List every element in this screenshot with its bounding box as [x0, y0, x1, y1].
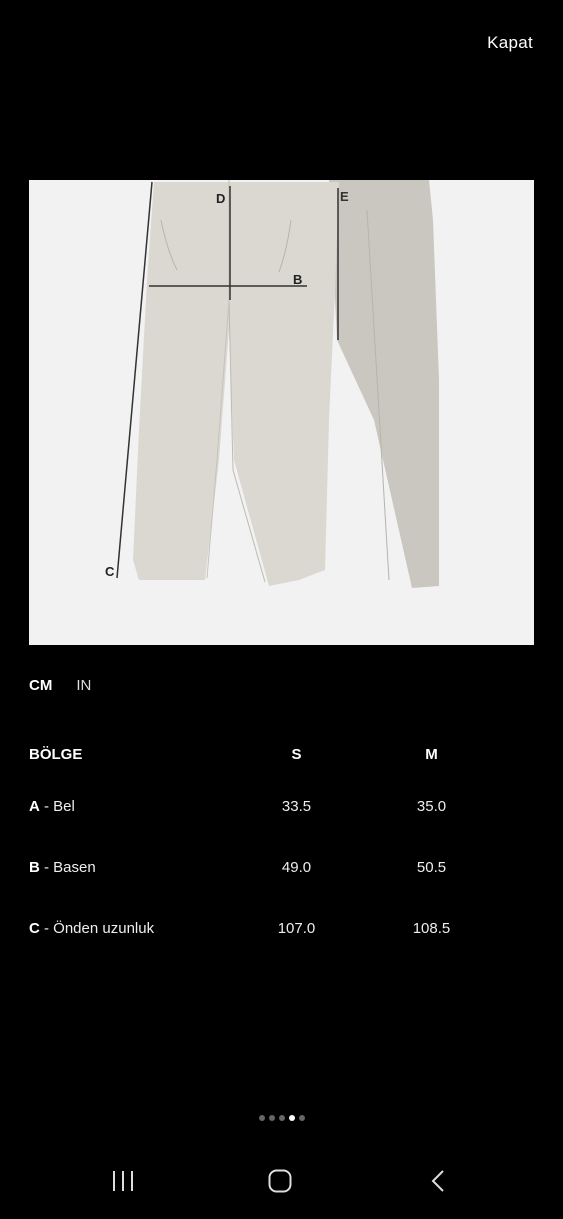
label-b: B [293, 272, 302, 287]
system-navigation-bar [0, 1139, 563, 1219]
row-value-s: 107.0 [277, 920, 316, 937]
recent-apps-icon [113, 1171, 133, 1191]
row-value-s: 33.5 [281, 798, 312, 815]
header-size-m: M [425, 745, 438, 763]
home-icon [268, 1169, 292, 1193]
pants-diagram: D B E C [29, 180, 534, 645]
size-guide-image: D B E C [29, 180, 534, 645]
row-value-m: 35.0 [416, 798, 447, 815]
row-value-m: 50.5 [416, 859, 447, 876]
table-row: C - Önden uzunluk 107.0 108.5 [29, 898, 499, 959]
back-icon [431, 1170, 444, 1192]
header-region: BÖLGE [29, 745, 83, 763]
label-c: C [105, 564, 115, 579]
unit-cm-tab[interactable]: CM [29, 677, 52, 694]
row-code: B [29, 859, 40, 876]
row-region: B - Basen [29, 837, 229, 898]
table-row: B - Basen 49.0 50.5 [29, 837, 499, 898]
row-code: C [29, 920, 40, 937]
table-header-row: BÖLGE S M [29, 732, 499, 776]
label-e: E [340, 189, 349, 204]
label-d: D [216, 191, 225, 206]
page-dot[interactable] [258, 1115, 265, 1121]
page-dot[interactable] [268, 1115, 275, 1121]
page-indicator [0, 1115, 563, 1121]
recent-apps-button[interactable] [103, 1161, 143, 1201]
size-table: BÖLGE S M A - Bel 33.5 35.0 B - Basen 49… [29, 732, 499, 959]
row-name: - Basen [39, 859, 96, 876]
home-button[interactable] [260, 1161, 300, 1201]
row-code: A [29, 798, 40, 815]
page-dot[interactable] [278, 1115, 285, 1121]
unit-toggle: CM IN [29, 677, 91, 694]
row-value-m: 108.5 [412, 920, 451, 937]
row-value-s: 49.0 [281, 859, 312, 876]
row-region: A - Bel [29, 776, 229, 837]
row-name: - Önden uzunluk [39, 920, 155, 937]
page-dot[interactable] [298, 1115, 305, 1121]
close-button[interactable]: Kapat [487, 33, 533, 53]
table-row: A - Bel 33.5 35.0 [29, 776, 499, 837]
page-dot-active[interactable] [288, 1115, 295, 1121]
back-button[interactable] [418, 1161, 458, 1201]
unit-in-tab[interactable]: IN [76, 677, 91, 694]
row-name: - Bel [39, 798, 75, 815]
row-region: C - Önden uzunluk [29, 898, 229, 959]
header-size-s: S [291, 745, 302, 763]
